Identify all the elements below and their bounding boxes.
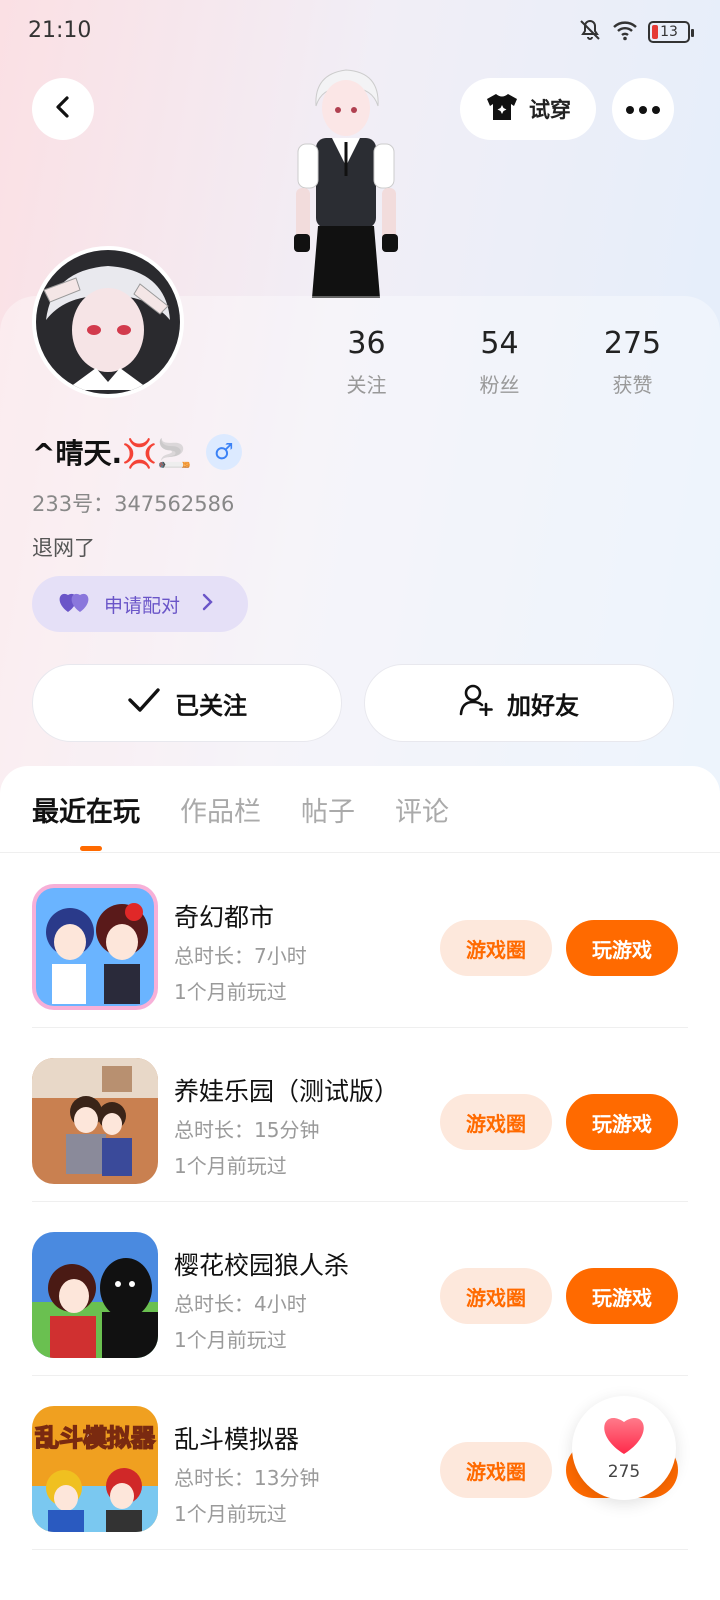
profile-avatar[interactable] [32, 246, 184, 398]
followed-label: 已关注 [175, 691, 247, 720]
wifi-icon [612, 19, 638, 45]
play-game-button[interactable]: 玩游戏 [566, 1094, 678, 1150]
game-name: 乱斗模拟器 [174, 1425, 300, 1454]
heart-icon [600, 1414, 648, 1460]
game-row[interactable]: 奇幻都市 总时长：7小时 1个月前玩过 游戏圈 玩游戏 [32, 854, 688, 1028]
game-icon-title: 乱斗模拟器 [35, 1424, 156, 1452]
tab-recently-played[interactable]: 最近在玩 [32, 790, 140, 829]
row-divider [32, 1549, 688, 1550]
game-icon[interactable]: 乱斗模拟器 [32, 1406, 158, 1532]
game-circle-button[interactable]: 游戏圈 [440, 1268, 552, 1324]
game-last-played: 1个月前玩过 [174, 980, 287, 1004]
like-float-button[interactable]: 275 [572, 1396, 676, 1500]
bell-muted-icon [578, 18, 602, 46]
stat-label: 获赞 [612, 373, 653, 397]
like-count: 275 [607, 1462, 641, 1482]
tabs-divider [0, 852, 720, 853]
profile-tabs: 最近在玩 作品栏 帖子 评论 [32, 790, 449, 829]
user-id: 233号：347562586 [32, 492, 235, 516]
game-last-played: 1个月前玩过 [174, 1328, 287, 1352]
stat-following[interactable]: 36 关注 [300, 326, 433, 398]
game-name: 奇幻都市 [174, 903, 275, 932]
tab-posts[interactable]: 帖子 [301, 790, 355, 829]
request-pair-label: 申请配对 [104, 594, 181, 617]
back-arrow-icon [50, 94, 76, 124]
play-game-button[interactable]: 玩游戏 [566, 1268, 678, 1324]
double-heart-icon [58, 590, 92, 619]
active-tab-indicator [80, 846, 102, 851]
add-friend-label: 加好友 [507, 691, 579, 720]
game-name: 樱花校园狼人杀 [174, 1251, 350, 1280]
character-avatar-figure [276, 66, 416, 298]
stat-likes[interactable]: 275 获赞 [566, 326, 699, 398]
status-bar: 21:10 13 [0, 0, 720, 64]
game-last-played: 1个月前玩过 [174, 1502, 287, 1526]
stat-followers[interactable]: 54 粉丝 [433, 326, 566, 398]
checkmark-icon [127, 687, 161, 719]
add-friend-button[interactable]: 加好友 [364, 664, 674, 742]
stat-value: 54 [480, 326, 519, 361]
game-icon[interactable] [32, 1058, 158, 1184]
tab-works[interactable]: 作品栏 [180, 790, 261, 829]
add-user-icon [459, 684, 493, 722]
game-duration: 总时长：13分钟 [174, 1466, 320, 1490]
tshirt-icon [485, 92, 519, 127]
game-duration: 总时长：4小时 [174, 1292, 307, 1316]
stat-label: 关注 [346, 373, 387, 397]
username: ^晴天.💢🚬 [32, 437, 192, 470]
battery-percent: 13 [660, 24, 678, 40]
game-name: 养娃乐园（测试版） [174, 1077, 400, 1106]
more-dots-icon [625, 100, 661, 119]
stat-value: 36 [347, 326, 386, 361]
game-circle-button[interactable]: 游戏圈 [440, 920, 552, 976]
user-bio: 退网了 [32, 536, 95, 560]
try-on-button[interactable]: 试穿 [460, 78, 596, 140]
play-game-button[interactable]: 玩游戏 [566, 920, 678, 976]
status-time: 21:10 [28, 18, 92, 43]
game-duration: 总时长：15分钟 [174, 1118, 320, 1142]
stat-value: 275 [603, 326, 662, 361]
try-on-label: 试穿 [529, 98, 571, 122]
game-row[interactable]: 樱花校园狼人杀 总时长：4小时 1个月前玩过 游戏圈 玩游戏 [32, 1202, 688, 1376]
game-icon[interactable] [32, 884, 158, 1010]
stat-label: 粉丝 [479, 373, 520, 397]
battery-level [652, 25, 658, 39]
status-icons: 13 [578, 18, 694, 46]
followed-button[interactable]: 已关注 [32, 664, 342, 742]
game-last-played: 1个月前玩过 [174, 1154, 287, 1178]
game-circle-button[interactable]: 游戏圈 [440, 1094, 552, 1150]
game-row[interactable]: 养娃乐园（测试版） 总时长：15分钟 1个月前玩过 游戏圈 玩游戏 [32, 1028, 688, 1202]
username-row: ^晴天.💢🚬 ♂ [32, 432, 242, 472]
request-pair-button[interactable]: 申请配对 [32, 576, 248, 632]
male-gender-icon: ♂ [205, 434, 242, 470]
chevron-right-icon [202, 593, 214, 616]
game-icon[interactable] [32, 1232, 158, 1358]
game-circle-button[interactable]: 游戏圈 [440, 1442, 552, 1498]
back-button[interactable] [32, 78, 94, 140]
game-duration: 总时长：7小时 [174, 944, 307, 968]
tab-comments[interactable]: 评论 [395, 790, 449, 829]
profile-stats: 36 关注 54 粉丝 275 获赞 [300, 326, 700, 398]
more-button[interactable] [612, 78, 674, 140]
battery-icon: 13 [648, 21, 694, 43]
